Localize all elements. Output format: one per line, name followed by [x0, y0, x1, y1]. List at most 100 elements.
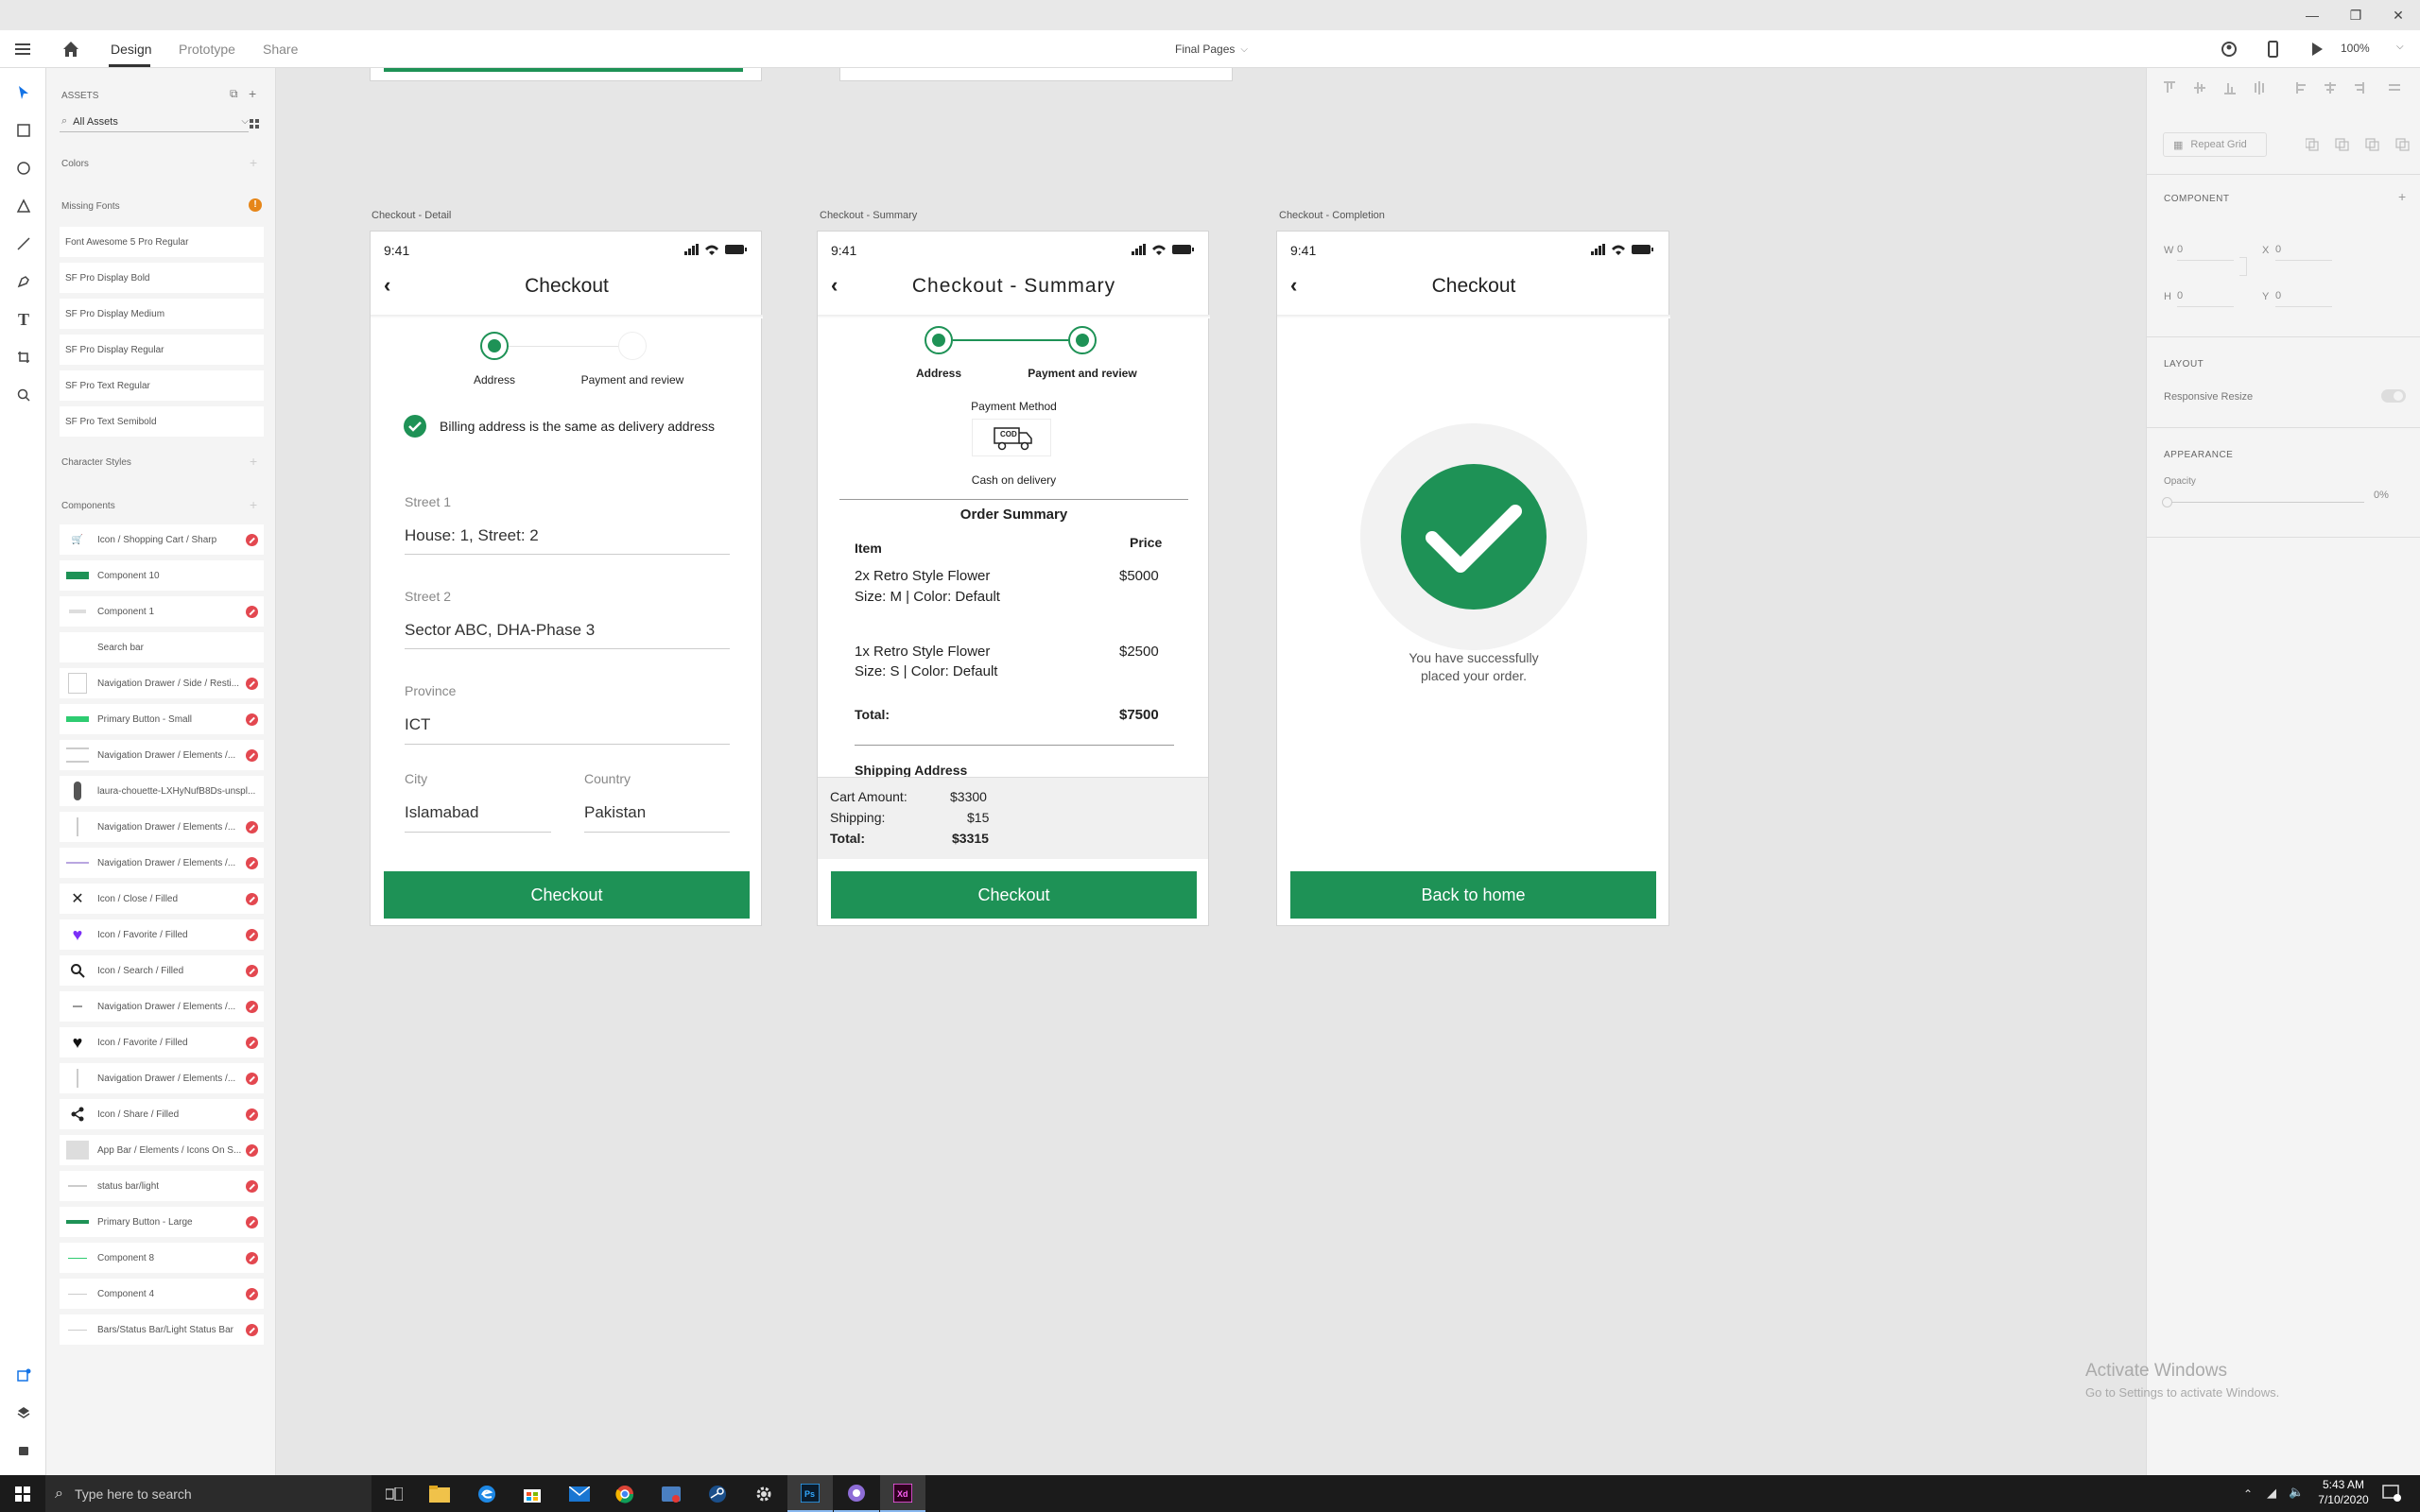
artboard-checkout-completion[interactable]: 9:41 ‹ Checkout You have successfully pl… — [1276, 231, 1670, 926]
component-item[interactable]: ✕ Icon / Close / Filled — [60, 884, 264, 914]
component-item[interactable]: Navigation Drawer / Side / Resti... — [60, 668, 264, 698]
add-character-style-icon[interactable]: + — [250, 454, 257, 469]
component-item[interactable]: Primary Button - Large — [60, 1207, 264, 1237]
checkout-button[interactable]: Checkout — [831, 871, 1197, 919]
component-item[interactable]: Primary Button - Small — [60, 704, 264, 734]
windows-start-icon[interactable] — [0, 1475, 45, 1512]
street2-field[interactable]: Sector ABC, DHA-Phase 3 — [405, 621, 595, 640]
component-item[interactable]: Search bar — [60, 632, 264, 662]
component-item[interactable]: ♥ Icon / Favorite / Filled — [60, 1027, 264, 1057]
component-item[interactable]: Component 1 — [60, 596, 264, 627]
artboard-label[interactable]: Checkout - Detail — [372, 210, 451, 221]
show-hidden-icons[interactable]: ⌃ — [2243, 1487, 2253, 1501]
new-folder-icon[interactable]: ⧉ — [230, 87, 238, 101]
text-tool-icon[interactable]: T — [11, 307, 36, 332]
components-section[interactable]: Components — [61, 501, 115, 511]
component-item[interactable]: Component 4 — [60, 1279, 264, 1309]
missing-font-item[interactable]: SF Pro Text Semibold — [60, 406, 264, 437]
settings-icon[interactable] — [741, 1475, 786, 1512]
chrome-icon[interactable] — [602, 1475, 648, 1512]
artboard-label[interactable]: Checkout - Completion — [1279, 210, 1385, 221]
device-preview-icon[interactable] — [2263, 40, 2282, 59]
edge-icon[interactable] — [464, 1475, 510, 1512]
component-item[interactable]: Navigation Drawer / Elements /... — [60, 740, 264, 770]
add-asset-icon[interactable]: + — [249, 86, 256, 101]
province-field[interactable]: ICT — [405, 715, 430, 734]
checkout-button[interactable]: Checkout — [384, 871, 750, 919]
taskbar-search[interactable]: ⌕ Type here to search — [45, 1475, 372, 1512]
component-item[interactable]: Bars/Status Bar/Light Status Bar — [60, 1314, 264, 1345]
play-icon[interactable] — [2308, 40, 2326, 59]
repeat-grid-button[interactable]: ▦ Repeat Grid — [2163, 132, 2267, 157]
boolean-ops[interactable] — [2305, 138, 2410, 151]
missing-fonts-section[interactable]: Missing Fonts — [61, 201, 120, 212]
component-item[interactable]: Icon / Share / Filled — [60, 1099, 264, 1129]
filter-chevron-icon[interactable]: ⌵ — [241, 116, 249, 127]
back-to-home-button[interactable]: Back to home — [1290, 871, 1656, 919]
volume-icon[interactable]: 🔈 — [2289, 1485, 2304, 1500]
component-item[interactable]: Navigation Drawer / Elements /... — [60, 812, 264, 842]
street1-field[interactable]: House: 1, Street: 2 — [405, 526, 539, 545]
network-icon[interactable]: ◢ — [2267, 1486, 2276, 1501]
minimize-button[interactable]: — — [2290, 0, 2334, 30]
missing-font-item[interactable]: SF Pro Display Bold — [60, 263, 264, 293]
tab-design[interactable]: Design — [111, 30, 152, 68]
assets-panel-icon[interactable] — [11, 1364, 36, 1388]
mail-icon[interactable] — [557, 1475, 602, 1512]
tab-share[interactable]: Share — [263, 30, 298, 68]
clock-date[interactable]: 7/10/2020 — [2314, 1493, 2373, 1506]
missing-font-item[interactable]: SF Pro Display Regular — [60, 335, 264, 365]
artboard-tool-icon[interactable] — [11, 345, 36, 369]
photoshop-icon[interactable]: Ps — [787, 1475, 833, 1512]
layers-panel-icon[interactable] — [11, 1400, 36, 1425]
store-icon[interactable] — [510, 1475, 555, 1512]
user-icon[interactable] — [2220, 40, 2238, 59]
add-component-icon[interactable]: + — [2398, 189, 2406, 204]
task-view-icon[interactable] — [372, 1475, 417, 1512]
adobe-xd-icon[interactable]: Xd — [880, 1475, 925, 1512]
component-item[interactable]: Component 8 — [60, 1243, 264, 1273]
responsive-resize-toggle[interactable] — [2381, 389, 2406, 403]
zoom-chevron-icon[interactable]: ⌵ — [2396, 42, 2404, 52]
opacity-slider-handle[interactable] — [2162, 497, 2172, 507]
component-item[interactable]: Navigation Drawer / Elements /... — [60, 1063, 264, 1093]
colors-section[interactable]: Colors — [61, 159, 89, 169]
zoom-level[interactable]: 100% — [2341, 42, 2370, 55]
x-input[interactable]: 0 — [2275, 240, 2332, 261]
document-title[interactable]: Final Pages ⌵ — [1175, 43, 1248, 56]
opacity-slider[interactable] — [2166, 502, 2364, 503]
zoom-tool-icon[interactable] — [11, 383, 36, 407]
country-field[interactable]: Pakistan — [584, 803, 646, 822]
lock-aspect-icon[interactable] — [2239, 257, 2247, 276]
missing-font-item[interactable]: SF Pro Display Medium — [60, 299, 264, 329]
hamburger-menu-icon[interactable] — [13, 40, 34, 59]
width-input[interactable]: 0 — [2177, 240, 2234, 261]
clock-time[interactable]: 5:43 AM — [2314, 1478, 2373, 1491]
app-icon[interactable] — [834, 1475, 879, 1512]
notifications-icon[interactable] — [2382, 1485, 2401, 1502]
component-item[interactable]: laura-chouette-LXHyNufB8Ds-unspl... — [60, 776, 264, 806]
artboard-checkout-detail[interactable]: 9:41 ‹ Checkout Address Payment and revi… — [370, 231, 763, 926]
missing-font-item[interactable]: Font Awesome 5 Pro Regular — [60, 227, 264, 257]
rectangle-tool-icon[interactable] — [11, 118, 36, 143]
add-color-icon[interactable]: + — [250, 155, 257, 170]
component-item[interactable]: status bar/light — [60, 1171, 264, 1201]
artboard-label[interactable]: Checkout - Summary — [820, 210, 917, 221]
photos-icon[interactable] — [648, 1475, 694, 1512]
ellipse-tool-icon[interactable] — [11, 156, 36, 180]
component-item[interactable]: 🛒 Icon / Shopping Cart / Sharp — [60, 524, 264, 555]
component-item[interactable]: App Bar / Elements / Icons On S... — [60, 1135, 264, 1165]
add-component-icon[interactable]: + — [250, 497, 257, 512]
plugins-panel-icon[interactable] — [11, 1438, 36, 1463]
y-input[interactable]: 0 — [2275, 286, 2332, 307]
polygon-tool-icon[interactable] — [11, 194, 36, 218]
file-explorer-icon[interactable] — [417, 1475, 462, 1512]
tab-prototype[interactable]: Prototype — [179, 30, 235, 68]
height-input[interactable]: 0 — [2177, 286, 2234, 307]
component-item[interactable]: Navigation Drawer / Elements /... — [60, 848, 264, 878]
restore-button[interactable]: ❐ — [2334, 0, 2377, 30]
missing-font-item[interactable]: SF Pro Text Regular — [60, 370, 264, 401]
cod-card[interactable]: COD — [972, 419, 1051, 456]
home-icon[interactable] — [60, 39, 81, 60]
billing-checkbox[interactable] — [404, 415, 426, 438]
